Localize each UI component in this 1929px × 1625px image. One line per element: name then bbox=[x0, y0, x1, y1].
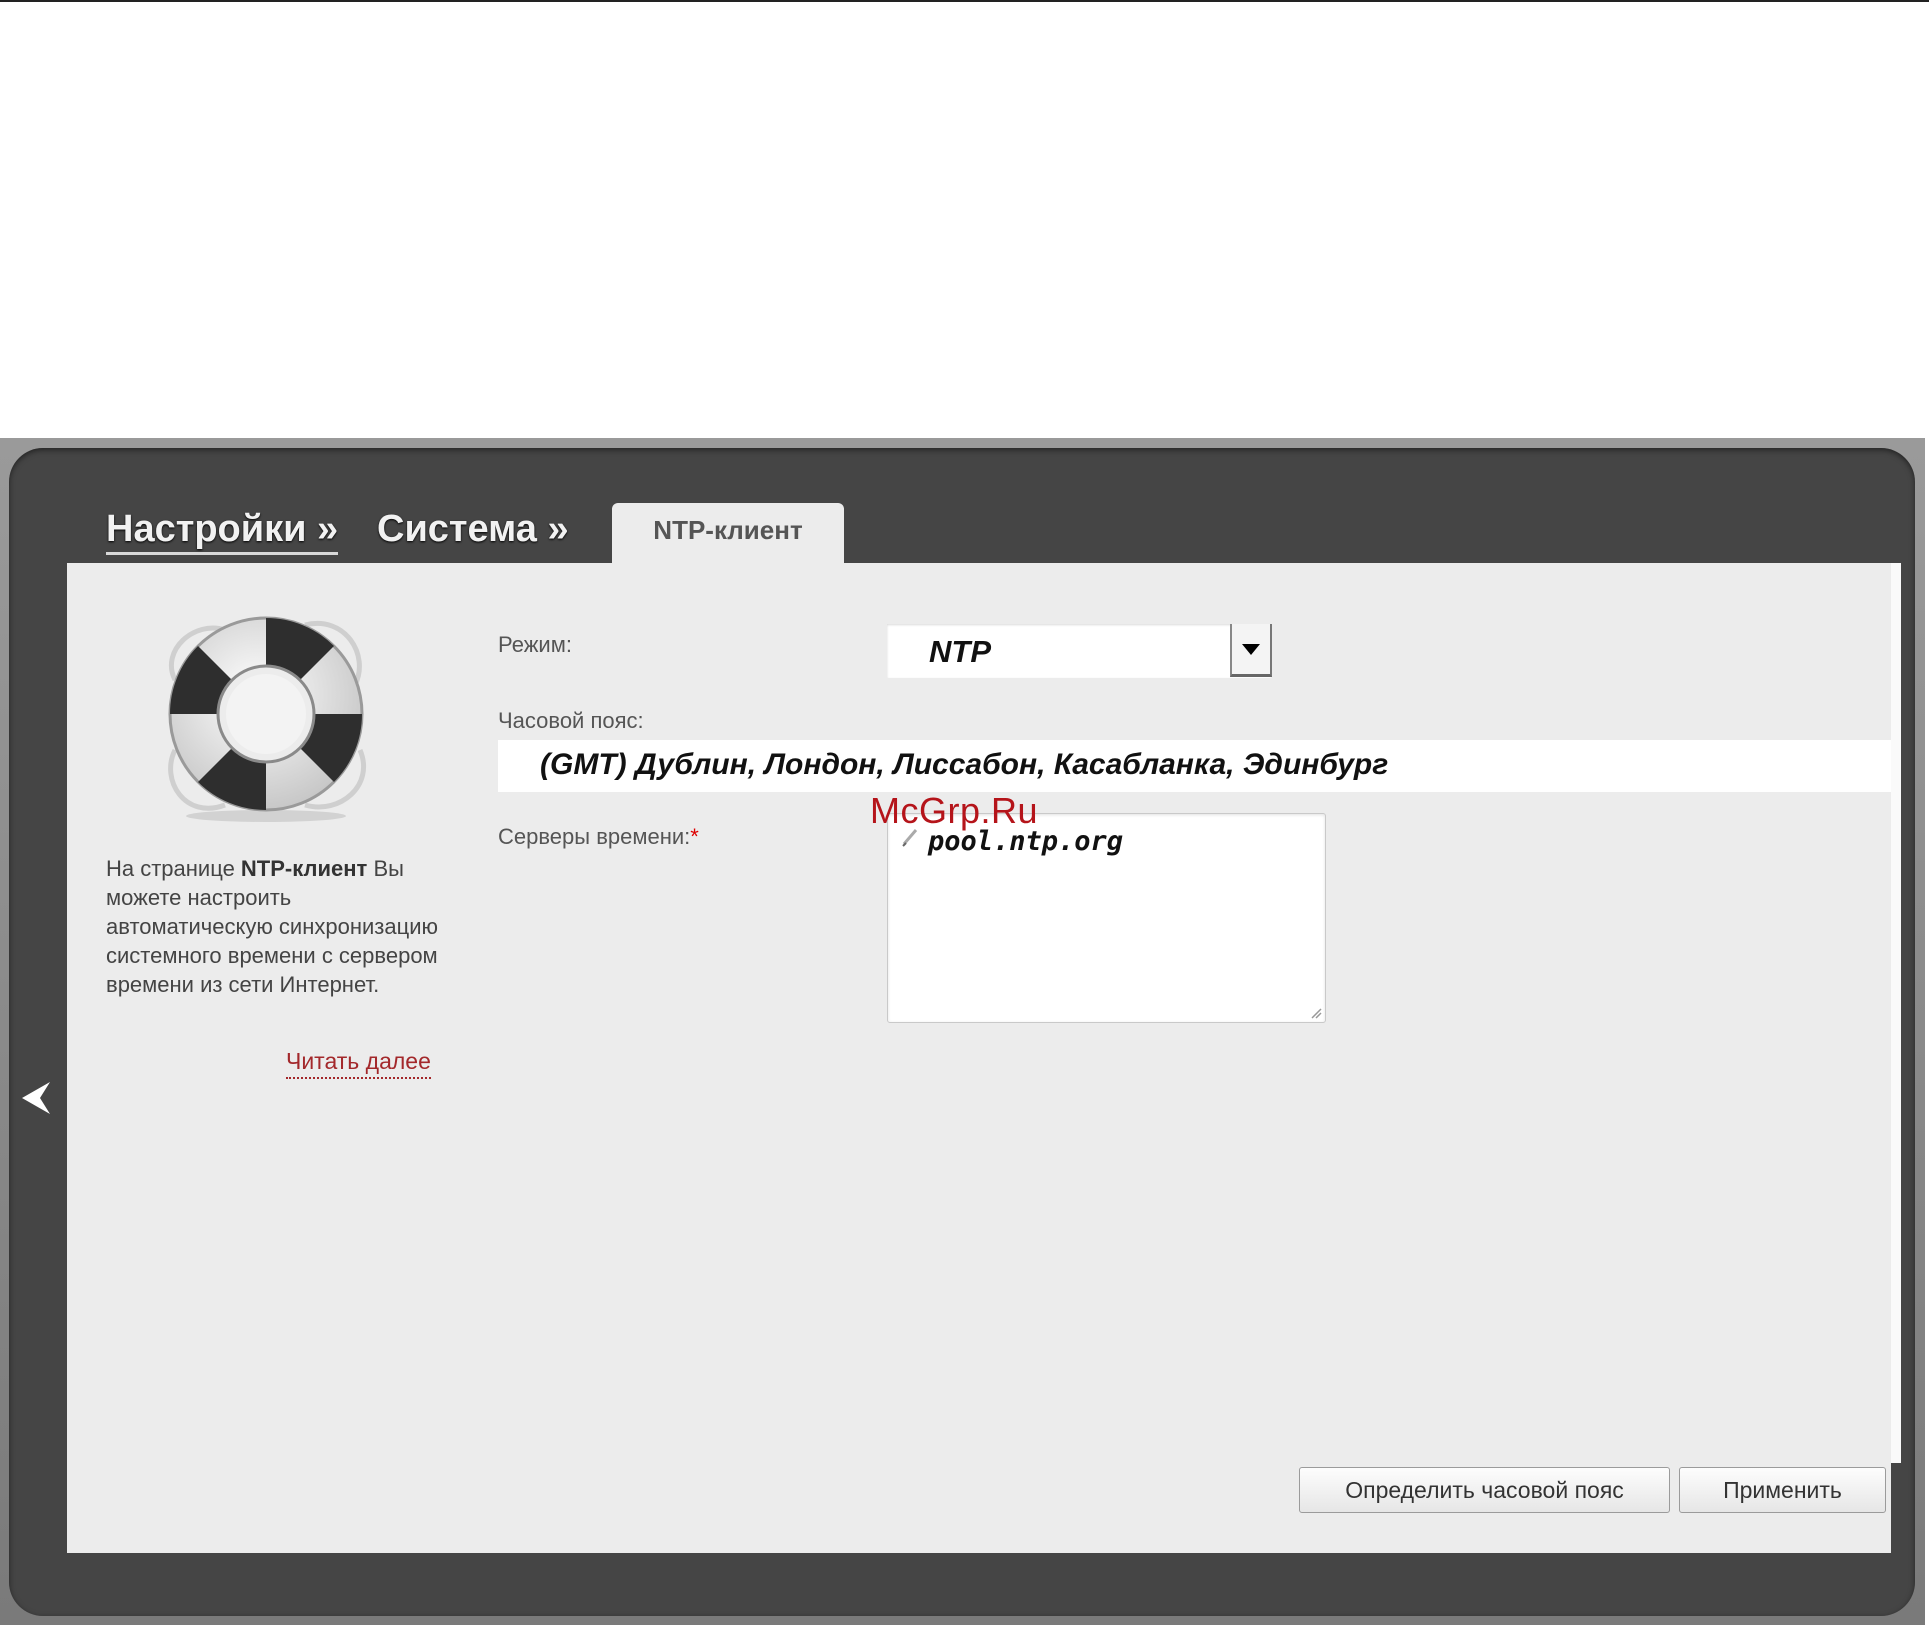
chevron-down-icon bbox=[1242, 644, 1260, 655]
tab-ntp-client[interactable]: NTP-клиент bbox=[612, 503, 844, 563]
breadcrumb-system[interactable]: Система » bbox=[377, 508, 569, 551]
help-text: На странице NTP-клиент Вы можете настрои… bbox=[106, 854, 446, 999]
time-servers-textarea[interactable]: pool.ntp.org bbox=[887, 813, 1326, 1023]
mode-select-value: NTP bbox=[929, 634, 991, 669]
mode-select[interactable]: NTP bbox=[887, 624, 1272, 678]
required-asterisk: * bbox=[690, 824, 699, 849]
timezone-label: Часовой пояс: bbox=[498, 708, 644, 733]
apply-button[interactable]: Применить bbox=[1679, 1467, 1886, 1513]
help-text-prefix: На странице bbox=[106, 856, 241, 881]
breadcrumb-settings[interactable]: Настройки » bbox=[106, 508, 339, 555]
top-rule bbox=[0, 0, 1929, 2]
time-servers-label-text: Серверы времени: bbox=[498, 824, 691, 849]
time-servers-label: Серверы времени:* bbox=[498, 824, 699, 850]
read-more-link[interactable]: Читать далее bbox=[286, 1048, 431, 1079]
mode-select-dropdown-button[interactable] bbox=[1230, 624, 1272, 677]
back-arrow-icon[interactable] bbox=[20, 1080, 54, 1116]
lifebuoy-icon bbox=[168, 616, 367, 822]
watermark-text: McGrp.Ru bbox=[870, 790, 1039, 831]
help-text-bold: NTP-клиент bbox=[240, 856, 368, 881]
timezone-select-value: (GMT) Дублин, Лондон, Лиссабон, Касаблан… bbox=[540, 748, 1389, 781]
resize-handle-icon[interactable] bbox=[1310, 1007, 1322, 1019]
timezone-select[interactable]: (GMT) Дублин, Лондон, Лиссабон, Касаблан… bbox=[498, 740, 1891, 792]
mode-label: Режим: bbox=[498, 632, 572, 657]
detect-timezone-button[interactable]: Определить часовой пояс bbox=[1299, 1467, 1670, 1513]
scroll-strip bbox=[1891, 563, 1901, 1463]
